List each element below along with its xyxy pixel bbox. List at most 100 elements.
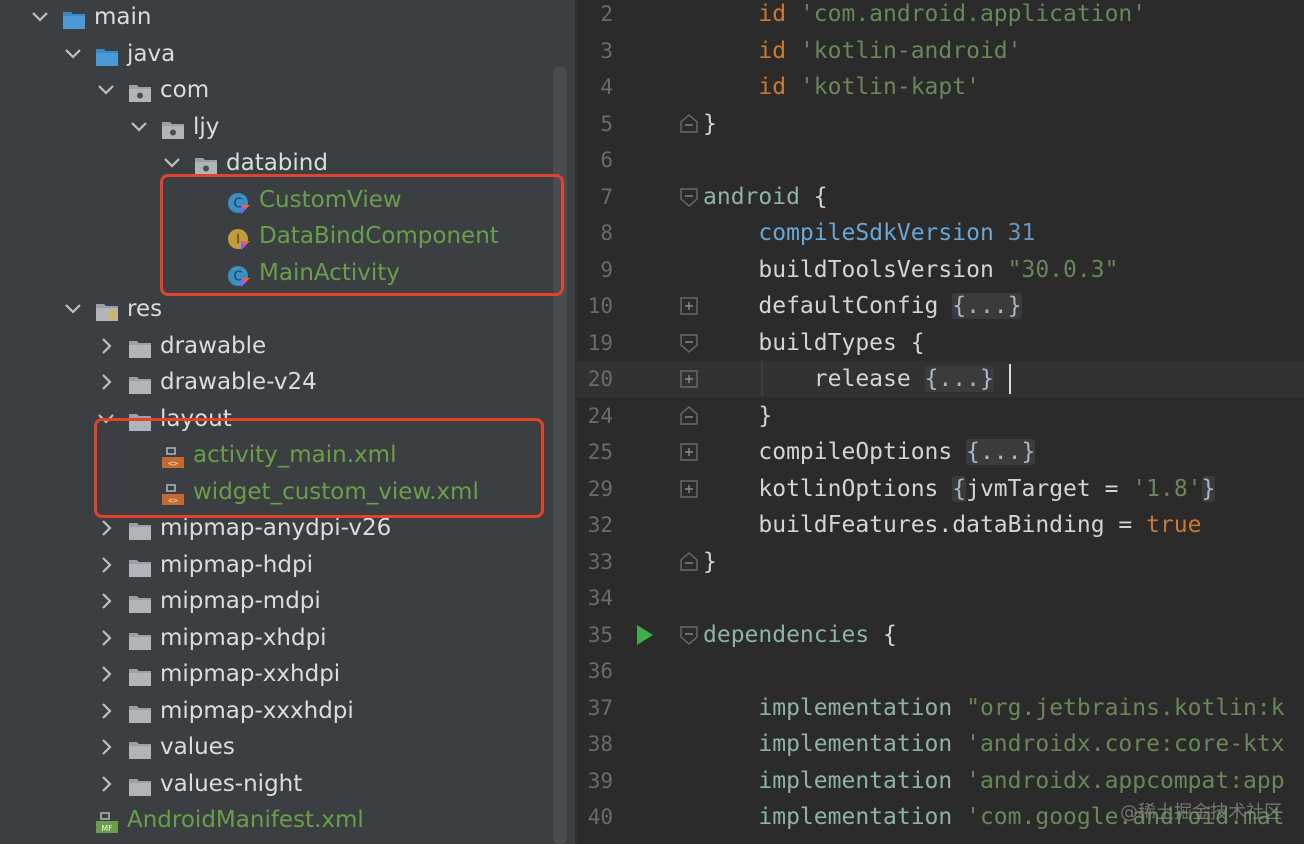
tree-item-label: main (94, 4, 152, 30)
tree-item-label: res (127, 296, 163, 322)
code-token: 'com.android.application' (799, 1, 1147, 27)
collapse-fold-icon[interactable] (680, 187, 698, 207)
code-text: } (703, 398, 772, 434)
chevron-right-icon[interactable] (96, 364, 116, 400)
tree-item-main[interactable]: main (0, 0, 575, 35)
code-line[interactable]: 24 } (577, 398, 1304, 434)
expand-fold-icon[interactable] (680, 479, 698, 499)
line-number: 40 (587, 805, 613, 829)
tree-item-values-night[interactable]: values-night (0, 766, 575, 802)
tree-item-label: values (160, 734, 235, 760)
line-number: 39 (587, 768, 613, 793)
tree-item-label: drawable-v24 (160, 369, 317, 395)
code-line[interactable]: 33} (577, 544, 1304, 580)
fold-end-icon[interactable] (680, 551, 698, 572)
chevron-right-icon[interactable] (96, 729, 116, 765)
code-token: android (703, 183, 814, 210)
highlight-box-layout-files (94, 418, 544, 518)
tree-item-drawable-v24[interactable]: drawable-v24 (0, 364, 575, 400)
chevron-right-icon[interactable] (96, 620, 116, 656)
code-text: dependencies { (703, 617, 897, 653)
chevron-right-icon[interactable] (96, 656, 116, 692)
watermark: @稀土掘金技术社区 (1120, 802, 1282, 823)
tree-item-label: AndroidManifest.xml (127, 807, 364, 833)
code-token: } (1201, 475, 1216, 502)
tree-item-drawable[interactable]: drawable (0, 328, 575, 364)
tree-item-mipmap-hdpi[interactable]: mipmap-hdpi (0, 547, 575, 583)
code-line[interactable]: 37 implementation "org.jetbrains.kotlin:… (577, 690, 1304, 726)
tree-item-mipmap-xxxhdpi[interactable]: mipmap-xxxhdpi (0, 693, 575, 729)
code-line[interactable]: 34 (577, 580, 1304, 616)
code-line[interactable]: 38 implementation 'androidx.core:core-kt… (577, 726, 1304, 762)
code-token: dependencies (703, 621, 884, 648)
code-line[interactable]: 36 (577, 653, 1304, 689)
chevron-down-icon[interactable] (30, 0, 50, 35)
fold-end-icon[interactable] (680, 405, 698, 426)
expand-fold-icon[interactable] (680, 369, 698, 389)
line-number: 10 (587, 294, 613, 318)
collapse-fold-icon[interactable] (680, 333, 698, 353)
chevron-down-icon[interactable] (63, 36, 83, 72)
code-line[interactable]: 32 buildFeatures.dataBinding = true (577, 507, 1304, 543)
chevron-right-icon[interactable] (96, 583, 116, 619)
tree-item-com[interactable]: com (0, 72, 575, 108)
expand-fold-icon[interactable] (680, 296, 698, 316)
collapse-fold-icon[interactable] (680, 625, 698, 645)
code-line[interactable]: 7 android { (577, 179, 1304, 215)
tree-item-mipmap-xhdpi[interactable]: mipmap-xhdpi (0, 620, 575, 656)
code-line[interactable]: 39 implementation 'androidx.appcompat:ap… (577, 763, 1304, 799)
code-line[interactable]: 20 release {...} (577, 361, 1304, 397)
tree-item-values[interactable]: values (0, 729, 575, 765)
code-token: implementation (703, 694, 967, 721)
code-line[interactable]: 3 id 'kotlin-android' (577, 33, 1304, 69)
code-text: buildToolsVersion "30.0.3" (703, 252, 1118, 288)
chevron-right-icon[interactable] (96, 693, 116, 729)
code-line[interactable]: 5} (577, 106, 1304, 142)
tree-item-mipmap-xxhdpi[interactable]: mipmap-xxhdpi (0, 656, 575, 692)
code-line[interactable]: 8 compileSdkVersion 31 (577, 215, 1304, 251)
code-line[interactable]: 6 (577, 142, 1304, 178)
tree-item-label: com (160, 77, 210, 103)
code-editor[interactable]: 2 id 'com.android.application' 3 id 'kotl… (577, 0, 1304, 844)
tree-item-java[interactable]: java (0, 36, 575, 72)
code-line[interactable]: 25 compileOptions {...} (577, 434, 1304, 470)
code-line[interactable]: 10 defaultConfig {...} (577, 288, 1304, 324)
chevron-down-icon[interactable] (96, 72, 116, 108)
folder-icon (128, 554, 152, 577)
tree-item-ljy[interactable]: ljy (0, 109, 575, 145)
code-line[interactable]: 29 kotlinOptions {jvmTarget = '1.8'} (577, 471, 1304, 507)
code-line[interactable]: 4 id 'kotlin-kapt' (577, 69, 1304, 105)
code-line[interactable]: 19 buildTypes { (577, 325, 1304, 361)
line-number: 3 (600, 38, 613, 63)
chevron-down-icon[interactable] (129, 109, 149, 145)
tree-item-res[interactable]: res (0, 291, 575, 327)
line-number: 34 (587, 586, 613, 610)
line-number: 25 (587, 440, 613, 464)
folder-icon (62, 6, 86, 29)
code-line[interactable]: 9 buildToolsVersion "30.0.3" (577, 252, 1304, 288)
folder-icon (128, 590, 152, 613)
line-number: 29 (587, 476, 613, 501)
code-text: buildFeatures.dataBinding = true (703, 507, 1202, 543)
chevron-right-icon[interactable] (96, 766, 116, 802)
expand-fold-icon[interactable] (680, 442, 698, 462)
run-icon[interactable] (635, 624, 655, 646)
code-token: implementation (703, 804, 967, 830)
fold-end-icon[interactable] (680, 113, 698, 134)
code-token: true (1146, 512, 1202, 538)
chevron-right-icon[interactable] (96, 547, 116, 583)
tree-item-mipmap-mdpi[interactable]: mipmap-mdpi (0, 583, 575, 619)
code-token: compileOptions (703, 439, 967, 465)
folder-icon (128, 736, 152, 759)
code-line[interactable]: 2 id 'com.android.application' (577, 0, 1304, 32)
line-number: 9 (600, 257, 613, 282)
tree-item-androidmanifest-xml[interactable]: MF AndroidManifest.xml (0, 802, 575, 838)
code-line[interactable]: 35 dependencies { (577, 617, 1304, 653)
code-token: 'androidx.core:core-ktx (966, 731, 1285, 757)
line-number: 24 (587, 403, 613, 428)
folder-icon (128, 335, 152, 358)
chevron-right-icon[interactable] (96, 328, 116, 364)
code-text: kotlinOptions {jvmTarget = '1.8'} (703, 471, 1216, 507)
chevron-down-icon[interactable] (63, 291, 83, 327)
code-token: } (703, 548, 717, 575)
